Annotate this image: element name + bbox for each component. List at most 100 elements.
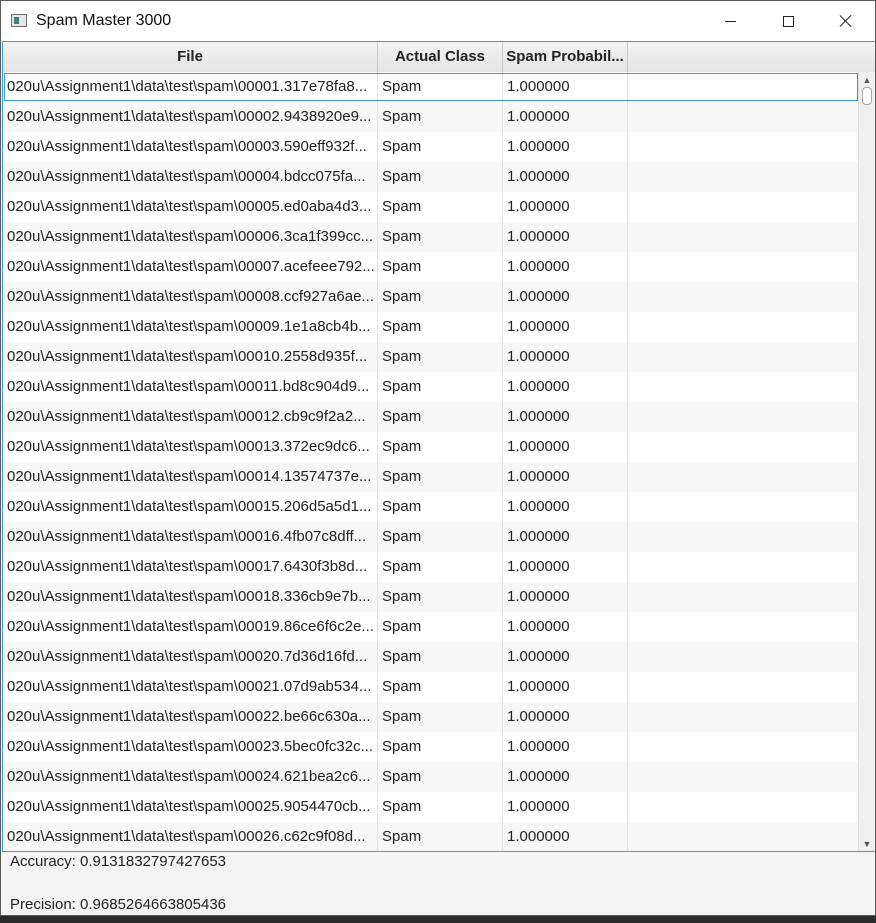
cell-actual-class: Spam (378, 192, 503, 222)
cell-file: 020u\Assignment1\data\test\spam\00007.ac… (3, 252, 378, 282)
cell-filler (628, 342, 859, 372)
table-row[interactable]: 020u\Assignment1\data\test\spam\00018.33… (3, 582, 859, 612)
cell-spam-probability: 1.000000 (503, 312, 628, 342)
table-row[interactable]: 020u\Assignment1\data\test\spam\00004.bd… (3, 162, 859, 192)
cell-file: 020u\Assignment1\data\test\spam\00020.7d… (3, 642, 378, 672)
cell-filler (628, 552, 859, 582)
cell-filler (628, 222, 859, 252)
cell-file: 020u\Assignment1\data\test\spam\00015.20… (3, 492, 378, 522)
table-row[interactable]: 020u\Assignment1\data\test\spam\00009.1e… (3, 312, 859, 342)
vertical-scrollbar[interactable]: ▲ ▼ (858, 72, 875, 851)
cell-spam-probability: 1.000000 (503, 252, 628, 282)
table-row[interactable]: 020u\Assignment1\data\test\spam\00002.94… (3, 102, 859, 132)
cell-actual-class: Spam (378, 642, 503, 672)
column-header-file[interactable]: File (3, 42, 378, 72)
cell-file: 020u\Assignment1\data\test\spam\00005.ed… (3, 192, 378, 222)
table-row[interactable]: 020u\Assignment1\data\test\spam\00003.59… (3, 132, 859, 162)
cell-spam-probability: 1.000000 (503, 612, 628, 642)
cell-actual-class: Spam (378, 522, 503, 552)
table-row[interactable]: 020u\Assignment1\data\test\spam\00012.cb… (3, 402, 859, 432)
cell-filler (628, 642, 859, 672)
cell-spam-probability: 1.000000 (503, 462, 628, 492)
cell-actual-class: Spam (378, 702, 503, 732)
table-row[interactable]: 020u\Assignment1\data\test\spam\00026.c6… (3, 822, 859, 851)
cell-actual-class: Spam (378, 552, 503, 582)
cell-filler (628, 252, 859, 282)
table-row[interactable]: 020u\Assignment1\data\test\spam\00015.20… (3, 492, 859, 522)
minimize-button[interactable] (701, 1, 759, 41)
cell-actual-class: Spam (378, 162, 503, 192)
cell-filler (628, 72, 859, 102)
cell-file: 020u\Assignment1\data\test\spam\00017.64… (3, 552, 378, 582)
cell-filler (628, 522, 859, 552)
table-row[interactable]: 020u\Assignment1\data\test\spam\00021.07… (3, 672, 859, 702)
column-header-actual-class[interactable]: Actual Class (378, 42, 503, 72)
cell-actual-class: Spam (378, 282, 503, 312)
cell-file: 020u\Assignment1\data\test\spam\00019.86… (3, 612, 378, 642)
close-icon (839, 14, 853, 28)
cell-filler (628, 762, 859, 792)
cell-file: 020u\Assignment1\data\test\spam\00024.62… (3, 762, 378, 792)
cell-file: 020u\Assignment1\data\test\spam\00008.cc… (3, 282, 378, 312)
cell-filler (628, 372, 859, 402)
cell-actual-class: Spam (378, 762, 503, 792)
title-bar[interactable]: Spam Master 3000 (1, 1, 875, 41)
cell-actual-class: Spam (378, 492, 503, 522)
minimize-icon (724, 20, 736, 22)
cell-spam-probability: 1.000000 (503, 222, 628, 252)
cell-spam-probability: 1.000000 (503, 102, 628, 132)
scroll-up-arrow-icon[interactable]: ▲ (859, 72, 875, 88)
cell-actual-class: Spam (378, 582, 503, 612)
cell-actual-class: Spam (378, 222, 503, 252)
cell-spam-probability: 1.000000 (503, 192, 628, 222)
scroll-down-arrow-icon[interactable]: ▼ (859, 836, 875, 851)
cell-spam-probability: 1.000000 (503, 822, 628, 851)
table-row[interactable]: 020u\Assignment1\data\test\spam\00017.64… (3, 552, 859, 582)
table-row[interactable]: 020u\Assignment1\data\test\spam\00016.4f… (3, 522, 859, 552)
table-row[interactable]: 020u\Assignment1\data\test\spam\00014.13… (3, 462, 859, 492)
cell-file: 020u\Assignment1\data\test\spam\00025.90… (3, 792, 378, 822)
table-row[interactable]: 020u\Assignment1\data\test\spam\00006.3c… (3, 222, 859, 252)
table-row[interactable]: 020u\Assignment1\data\test\spam\00020.7d… (3, 642, 859, 672)
cell-filler (628, 582, 859, 612)
table-row[interactable]: 020u\Assignment1\data\test\spam\00025.90… (3, 792, 859, 822)
cell-file: 020u\Assignment1\data\test\spam\00013.37… (3, 432, 378, 462)
cell-file: 020u\Assignment1\data\test\spam\00006.3c… (3, 222, 378, 252)
cell-spam-probability: 1.000000 (503, 72, 628, 102)
column-header-filler (628, 42, 875, 72)
cell-spam-probability: 1.000000 (503, 672, 628, 702)
table-row[interactable]: 020u\Assignment1\data\test\spam\00019.86… (3, 612, 859, 642)
results-table[interactable]: File Actual Class Spam Probabil... 020u\… (2, 41, 875, 852)
table-row[interactable]: 020u\Assignment1\data\test\spam\00024.62… (3, 762, 859, 792)
cell-actual-class: Spam (378, 732, 503, 762)
cell-actual-class: Spam (378, 72, 503, 102)
scroll-thumb[interactable] (862, 87, 872, 105)
column-header-spam-probability[interactable]: Spam Probabil... (503, 42, 628, 72)
cell-actual-class: Spam (378, 822, 503, 851)
cell-file: 020u\Assignment1\data\test\spam\00022.be… (3, 702, 378, 732)
cell-file: 020u\Assignment1\data\test\spam\00003.59… (3, 132, 378, 162)
table-row[interactable]: 020u\Assignment1\data\test\spam\00008.cc… (3, 282, 859, 312)
table-row[interactable]: 020u\Assignment1\data\test\spam\00005.ed… (3, 192, 859, 222)
table-row[interactable]: 020u\Assignment1\data\test\spam\00013.37… (3, 432, 859, 462)
table-row[interactable]: 020u\Assignment1\data\test\spam\00010.25… (3, 342, 859, 372)
cell-spam-probability: 1.000000 (503, 342, 628, 372)
window-title: Spam Master 3000 (36, 12, 172, 29)
cell-file: 020u\Assignment1\data\test\spam\00010.25… (3, 342, 378, 372)
cell-file: 020u\Assignment1\data\test\spam\00002.94… (3, 102, 378, 132)
cell-spam-probability: 1.000000 (503, 162, 628, 192)
cell-spam-probability: 1.000000 (503, 732, 628, 762)
cell-spam-probability: 1.000000 (503, 582, 628, 612)
cell-spam-probability: 1.000000 (503, 492, 628, 522)
table-row[interactable]: 020u\Assignment1\data\test\spam\00001.31… (3, 72, 859, 102)
cell-spam-probability: 1.000000 (503, 702, 628, 732)
close-button[interactable] (817, 1, 875, 41)
cell-spam-probability: 1.000000 (503, 642, 628, 672)
cell-actual-class: Spam (378, 372, 503, 402)
maximize-button[interactable] (759, 1, 817, 41)
table-row[interactable]: 020u\Assignment1\data\test\spam\00011.bd… (3, 372, 859, 402)
table-row[interactable]: 020u\Assignment1\data\test\spam\00007.ac… (3, 252, 859, 282)
table-row[interactable]: 020u\Assignment1\data\test\spam\00022.be… (3, 702, 859, 732)
table-row[interactable]: 020u\Assignment1\data\test\spam\00023.5b… (3, 732, 859, 762)
cell-filler (628, 312, 859, 342)
